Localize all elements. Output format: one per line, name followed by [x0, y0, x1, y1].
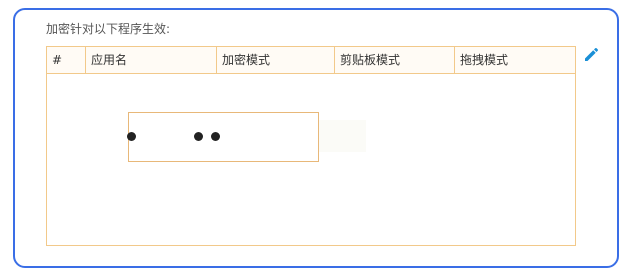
column-header-drag-mode[interactable]: 拖拽模式: [455, 47, 575, 73]
table-header: # 应用名 加密模式 剪贴板模式 拖拽模式: [47, 47, 575, 74]
dot-marker: [211, 132, 220, 141]
drag-ghost-box: [127, 112, 319, 162]
pencil-icon[interactable]: [583, 47, 599, 63]
dot-marker: [127, 132, 136, 141]
column-header-app-name[interactable]: 应用名: [86, 47, 217, 73]
column-header-index[interactable]: #: [47, 47, 86, 73]
column-header-encrypt-mode[interactable]: 加密模式: [217, 47, 335, 73]
column-header-clipboard-mode[interactable]: 剪贴板模式: [335, 47, 455, 73]
panel-title: 加密针对以下程序生效:: [46, 22, 171, 36]
dot-marker: [194, 132, 203, 141]
